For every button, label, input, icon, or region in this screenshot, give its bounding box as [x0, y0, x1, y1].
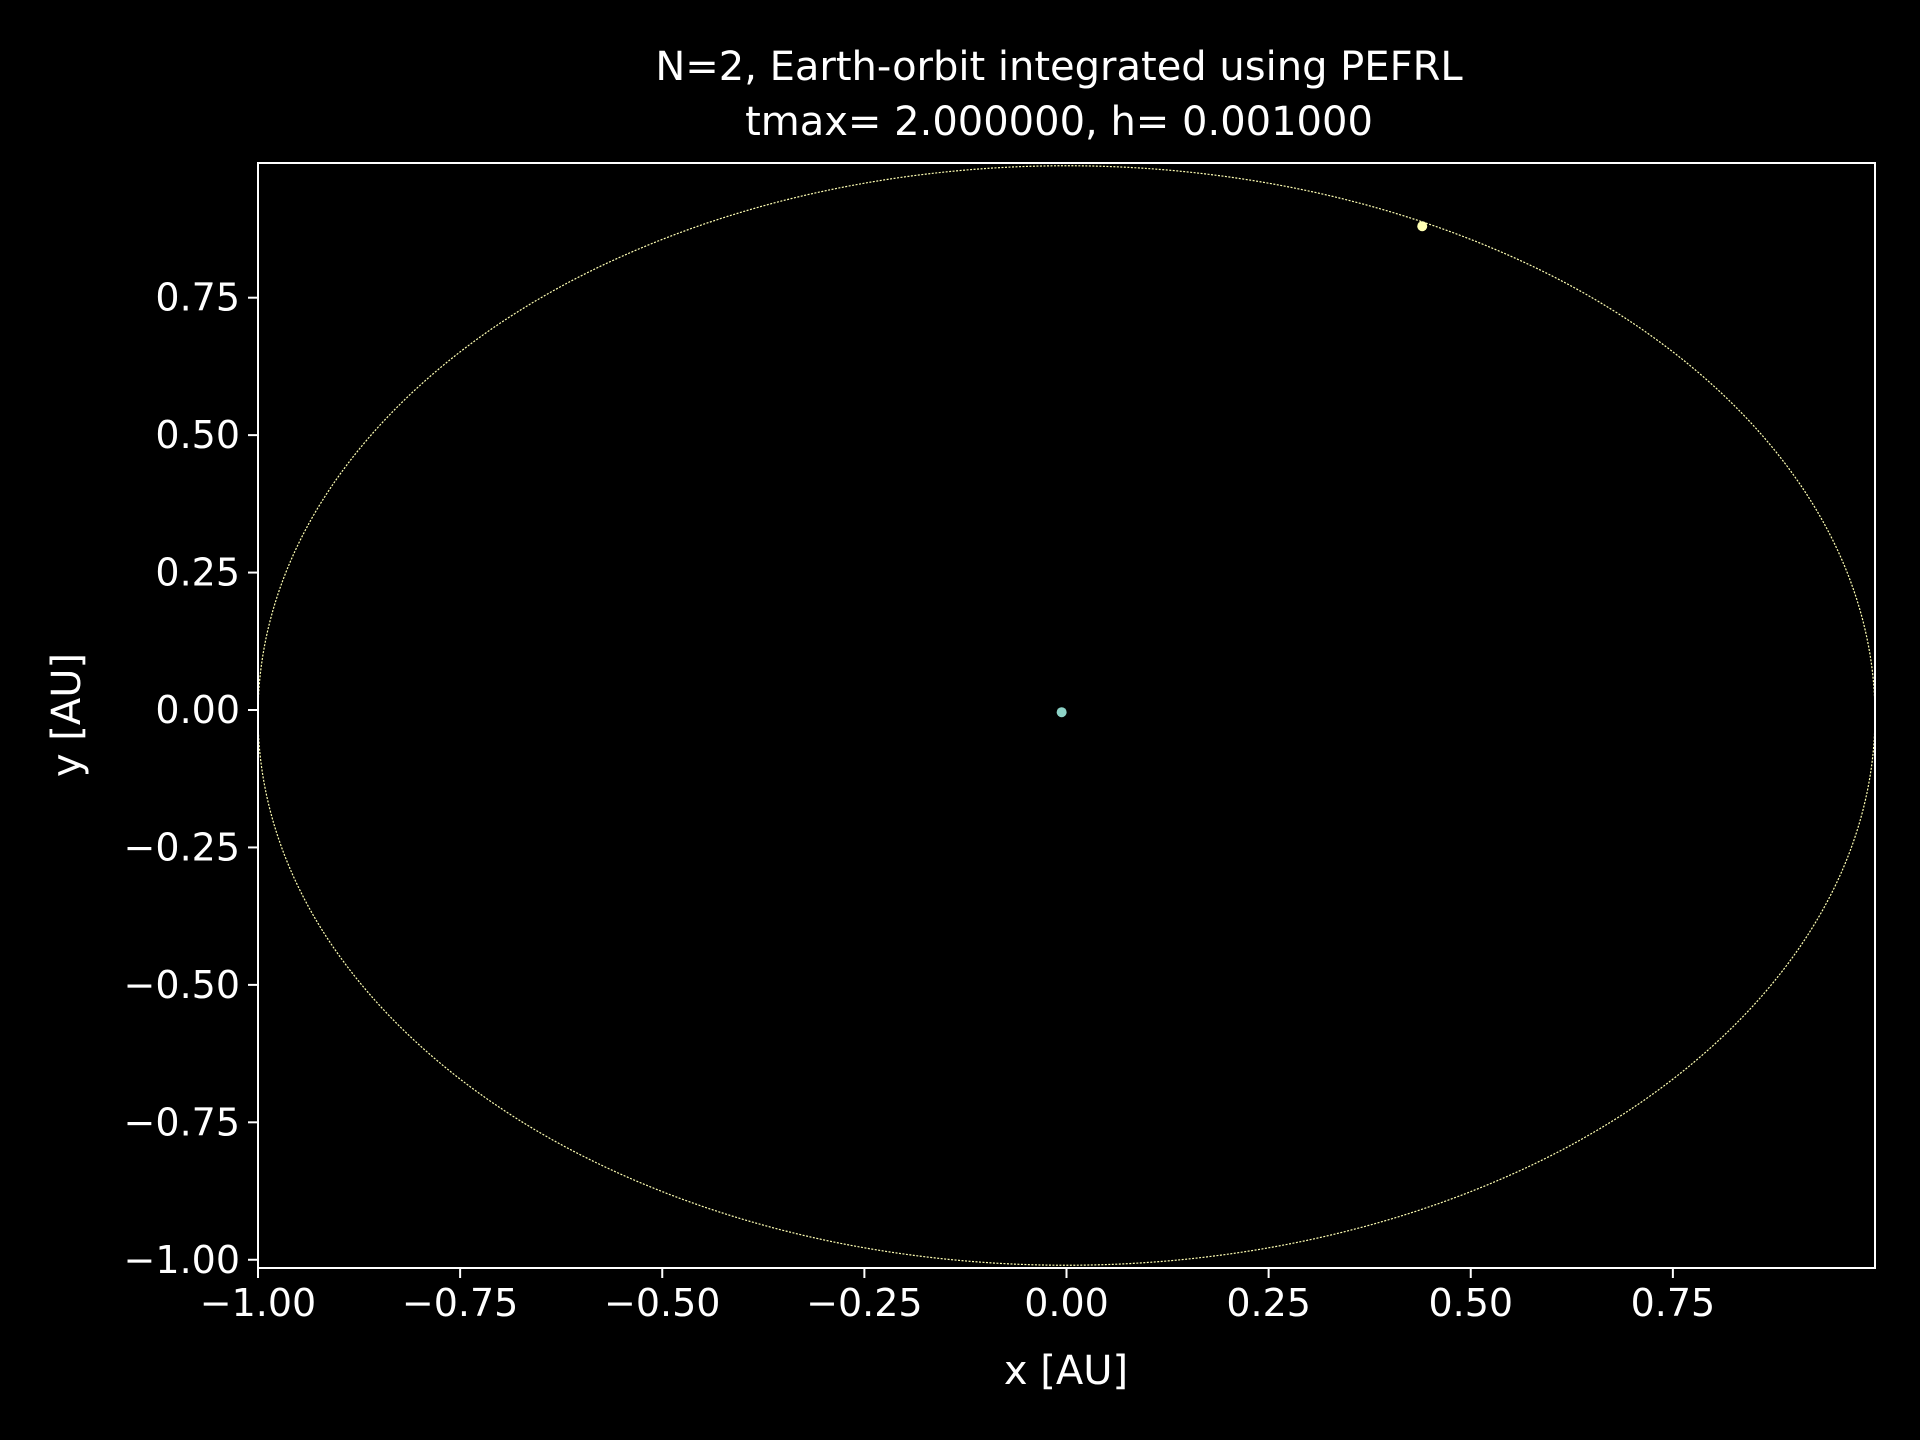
chart-title: N=2, Earth-orbit integrated using PEFRL [655, 44, 1463, 90]
y-tick-label: −0.25 [124, 825, 240, 869]
x-tick-label: 0.50 [1428, 1281, 1513, 1325]
y-tick-label: 0.50 [155, 413, 240, 457]
x-tick-label: −0.25 [806, 1281, 922, 1325]
plot-frame [257, 162, 1876, 1269]
x-tick-label: −0.50 [604, 1281, 720, 1325]
plot-area [257, 165, 1876, 1266]
y-tick-label: 0.00 [155, 688, 240, 732]
y-tick-label: −1.00 [124, 1238, 240, 1282]
x-tick-label: −0.75 [402, 1281, 518, 1325]
y-tick-label: 0.75 [155, 276, 240, 320]
earth-point [1417, 221, 1428, 232]
y-axis: −1.00 −0.75 −0.50 −0.25 0.00 0.25 0.50 0.75 [124, 276, 258, 1282]
chart-subtitle: tmax= 2.000000, h= 0.001000 [745, 99, 1373, 145]
y-tick-label: −0.50 [124, 963, 240, 1007]
sun-point [1056, 707, 1067, 718]
x-axis: −1.00 −0.75 −0.50 −0.25 0.00 0.25 0.50 0.75 [200, 1268, 1715, 1325]
x-axis-label: x [AU] [1004, 1348, 1128, 1394]
y-axis-label: y [AU] [44, 653, 90, 777]
y-tick-label: −0.75 [124, 1100, 240, 1144]
x-tick-label: 0.00 [1024, 1281, 1109, 1325]
y-tick-label: 0.25 [155, 551, 240, 595]
x-tick-label: −1.00 [200, 1281, 316, 1325]
orbit-chart: N=2, Earth-orbit integrated using PEFRL … [44, 44, 1876, 1394]
x-tick-label: 0.25 [1226, 1281, 1311, 1325]
orbit-path [257, 165, 1876, 1266]
x-tick-label: 0.75 [1631, 1281, 1716, 1325]
